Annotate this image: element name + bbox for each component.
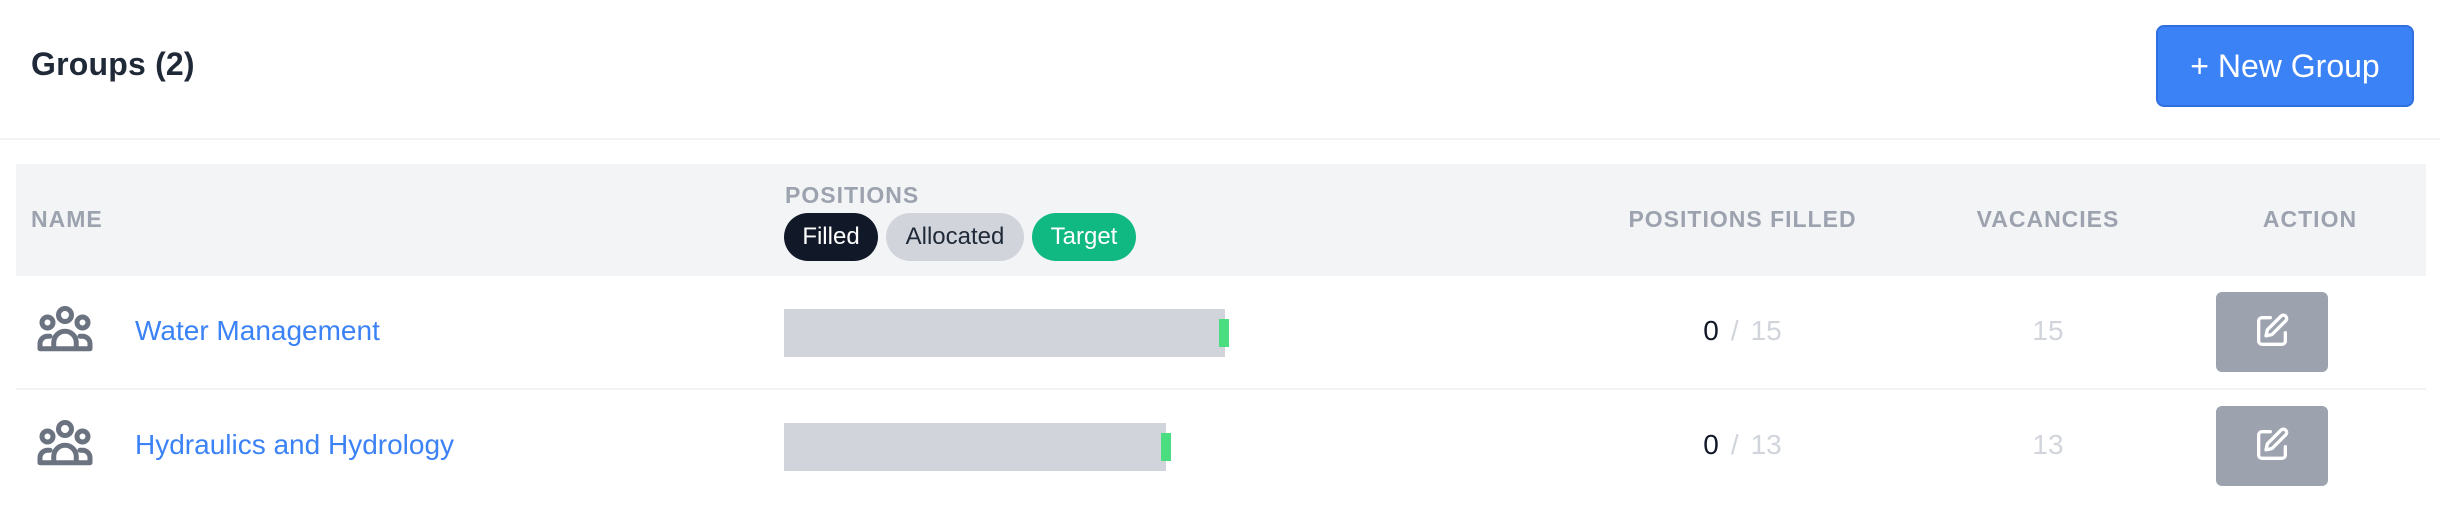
target-marker [1161,433,1171,461]
filled-separator: / [1730,315,1739,346]
legend-target: Target [1032,213,1136,261]
group-name-link[interactable]: Hydraulics and Hydrology [135,429,454,461]
vacancies-value: 15 [2032,315,2064,346]
column-header-name[interactable]: NAME [31,206,103,233]
edit-group-button[interactable] [2216,406,2328,486]
positions-filled-value: 0 / 15 [1616,315,1869,347]
column-header-action: ACTION [2262,206,2358,232]
column-header-vacancies[interactable]: VACANCIES [1962,206,2134,233]
filled-total: 13 [1750,429,1782,460]
table-row: Water Management 0 / 15 15 [16,276,2426,390]
vacancies-value: 13 [2032,429,2064,460]
page-title: Groups (2) [31,46,195,82]
users-group-icon [35,414,95,474]
filled-separator: / [1730,429,1739,460]
target-marker [1219,319,1229,347]
column-header-positions-filled[interactable]: POSITIONS FILLED [1616,206,1869,233]
edit-icon [2252,425,2292,468]
table-header: NAME POSITIONS Filled Allocated Target P… [16,164,2426,276]
allocated-bar [784,423,1166,471]
filled-number: 0 [1703,315,1719,346]
page-header: Groups (2) + New Group [0,0,2440,140]
group-name-link[interactable]: Water Management [135,315,380,347]
groups-table: NAME POSITIONS Filled Allocated Target P… [16,164,2426,504]
table-row: Hydraulics and Hydrology 0 / 13 13 [16,390,2426,504]
new-group-button[interactable]: + New Group [2156,25,2414,107]
filled-total: 15 [1750,315,1782,346]
allocated-bar [784,309,1225,357]
legend-allocated: Allocated [886,213,1024,261]
edit-group-button[interactable] [2216,292,2328,372]
edit-icon [2252,311,2292,354]
users-group-icon [35,300,95,360]
positions-filled-value: 0 / 13 [1616,429,1869,461]
legend-filled: Filled [784,213,878,261]
column-header-positions: POSITIONS [785,182,920,208]
filled-number: 0 [1703,429,1719,460]
positions-legend: Filled Allocated Target [784,213,1136,261]
